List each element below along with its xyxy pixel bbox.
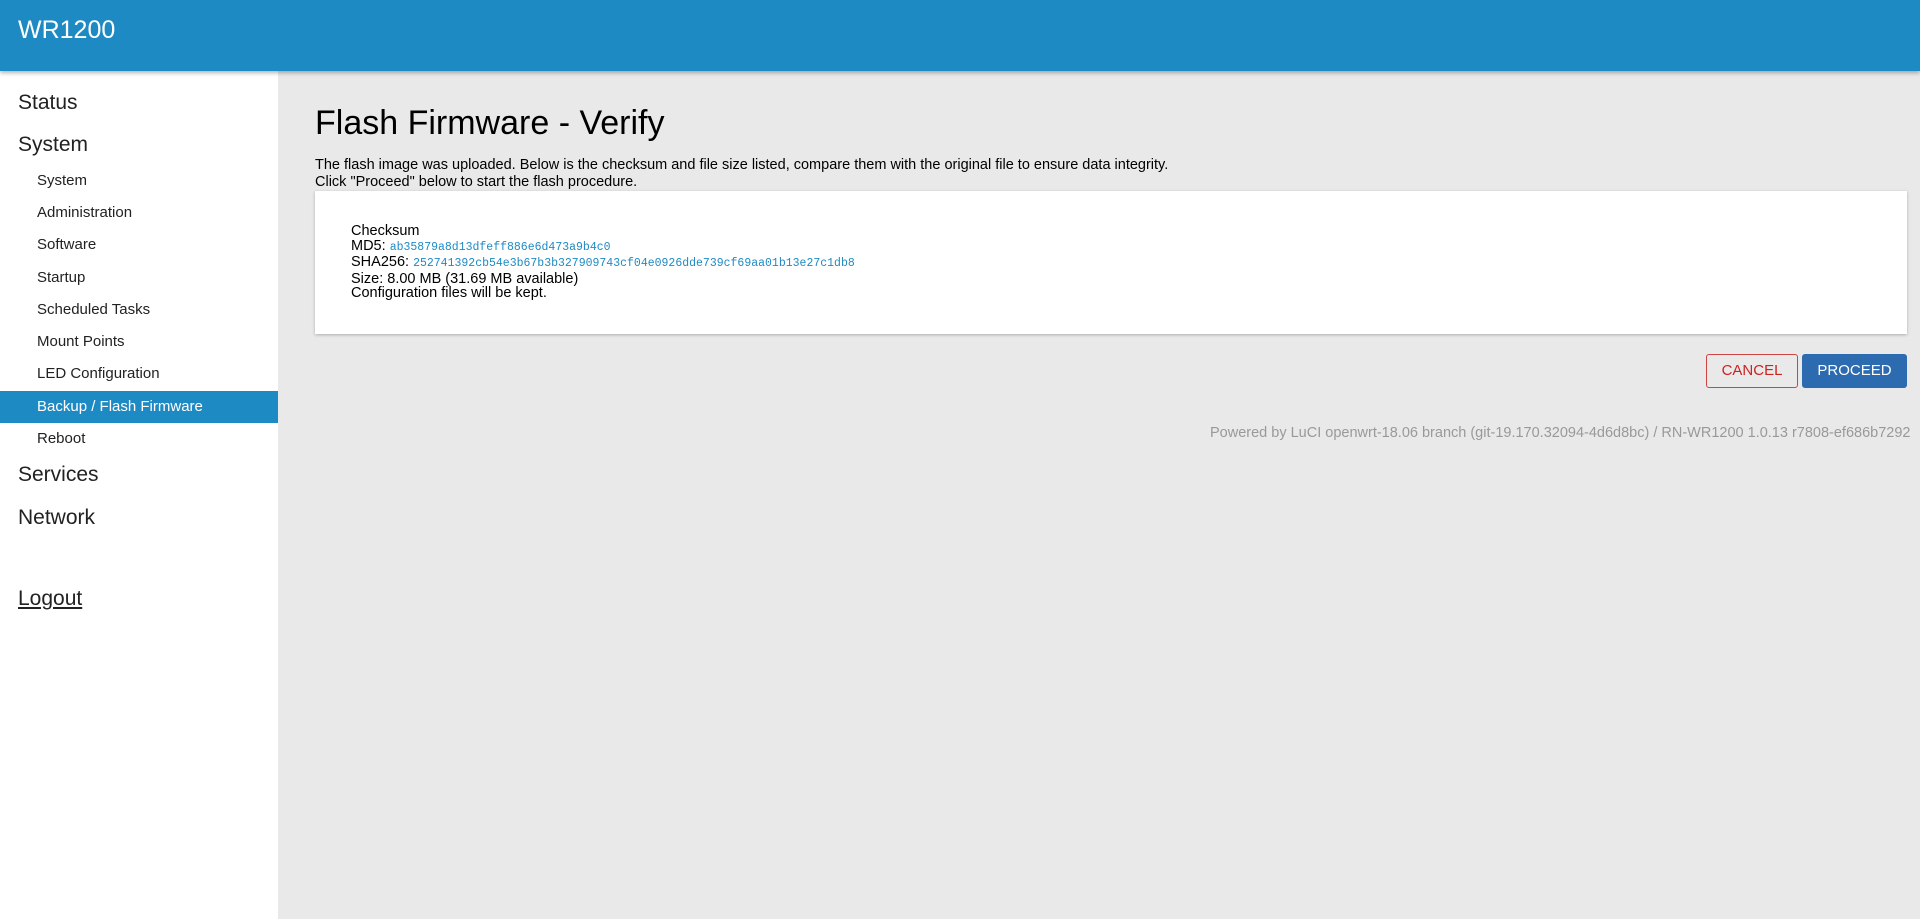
verify-panel: Checksum MD5: ab35879a8d13dfeff886e6d473… [315,191,1907,334]
sidebar-item-scheduled-tasks[interactable]: Scheduled Tasks [0,294,278,326]
logout-link[interactable]: Logout [18,587,82,611]
sha256-value: 252741392cb54e3b67b3b327909743cf04e0926d… [413,257,855,270]
sidebar-item-status[interactable]: Status [18,91,78,115]
config-info: Configuration files will be kept. [351,285,547,301]
sha256-label: SHA256: [351,254,410,270]
sidebar-item-system[interactable]: System [0,165,278,197]
sidebar-item-backup-flash-firmware[interactable]: Backup / Flash Firmware [0,391,278,423]
page-title: Flash Firmware - Verify [315,104,665,142]
header: WR1200 [0,0,1920,71]
sidebar-item-startup[interactable]: Startup [0,262,278,294]
description-line-1: The flash image was uploaded. Below is t… [315,157,1169,173]
sidebar-item-reboot[interactable]: Reboot [0,423,278,455]
cancel-button[interactable]: CANCEL [1706,354,1798,388]
proceed-button[interactable]: PROCEED [1802,354,1907,388]
sidebar-item-system-group[interactable]: System [18,133,88,157]
description-line-2: Click "Proceed" below to start the flash… [315,174,638,190]
sidebar-item-mount-points[interactable]: Mount Points [0,326,278,358]
footer: Powered by LuCI openwrt-18.06 branch (gi… [1210,425,1911,441]
size-info: Size: 8.00 MB (31.69 MB available) [351,270,579,287]
sidebar-item-led-configuration[interactable]: LED Configuration [0,358,278,390]
sidebar-item-network[interactable]: Network [18,506,95,530]
sidebar-item-administration[interactable]: Administration [0,197,278,229]
md5-label: MD5: [351,237,386,254]
sidebar-item-software[interactable]: Software [0,229,278,261]
main-content: Flash Firmware - Verify The flash image … [278,71,1920,919]
md5-value: ab35879a8d13dfeff886e6d473a9b4c0 [389,240,611,254]
checksum-heading: Checksum [351,223,420,239]
brand-title[interactable]: WR1200 [18,16,115,45]
sidebar: Status System System Administration Soft… [0,71,278,919]
sidebar-item-services[interactable]: Services [18,463,99,487]
